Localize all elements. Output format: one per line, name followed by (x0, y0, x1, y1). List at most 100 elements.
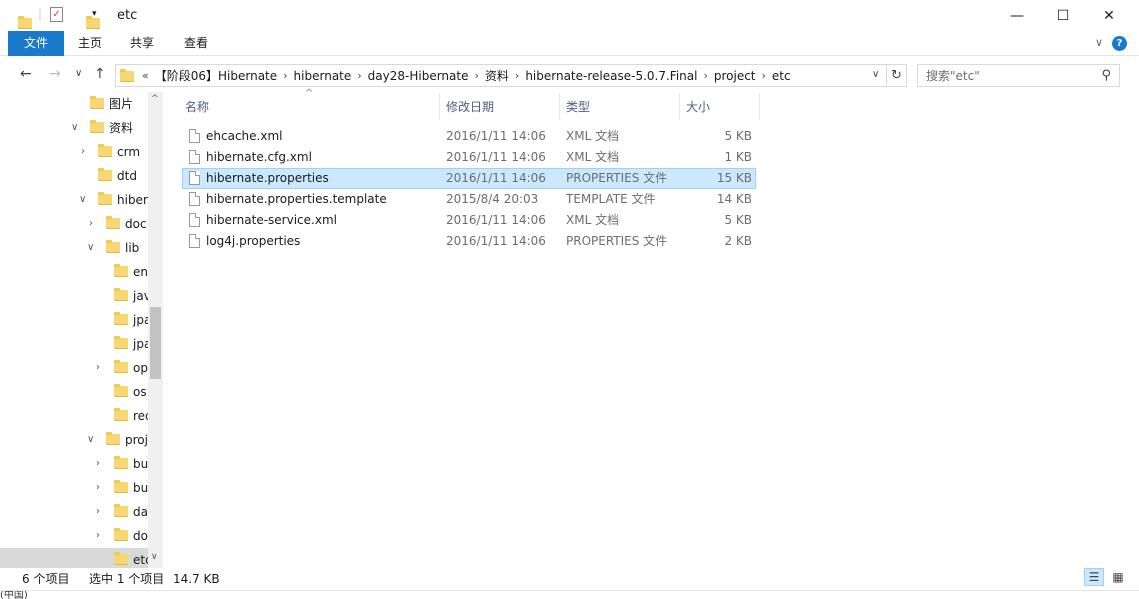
file-row[interactable]: hibernate.properties.template 2015/8/4 2… (182, 189, 756, 210)
new-folder-icon[interactable] (86, 16, 100, 29)
large-icons-view-icon[interactable]: ▦ (1108, 568, 1128, 586)
file-row[interactable]: hibernate-service.xml 2016/1/11 14:06 XM… (182, 210, 756, 231)
folder-icon (114, 288, 128, 301)
chevron-right-icon[interactable]: › (96, 500, 100, 524)
file-list[interactable]: ^ 名称 修改日期 类型 大小 ehcache.xml 2016/1/11 14… (175, 88, 1139, 568)
breadcrumb-separator[interactable]: › (762, 69, 766, 82)
breadcrumb-stage06[interactable]: 【阶段06】Hibernate (155, 67, 277, 84)
folder-icon (114, 552, 128, 565)
window-title: etc (117, 8, 138, 23)
selection-size: 14.7 KB (173, 572, 220, 586)
search-placeholder: 搜索"etc" (926, 69, 980, 83)
breadcrumb-separator[interactable]: › (474, 69, 478, 82)
tree-item[interactable]: jpa (0, 332, 151, 356)
expand-ribbon-icon[interactable]: ∨ (1095, 36, 1103, 49)
search-input[interactable]: 搜索"etc" ⚲ (917, 64, 1120, 87)
tab-share[interactable]: 共享 (118, 31, 166, 56)
minimize-button[interactable]: — (994, 0, 1040, 31)
file-row[interactable]: hibernate.cfg.xml 2016/1/11 14:06 XML 文档… (182, 147, 756, 168)
tree-item[interactable]: rec (0, 404, 152, 428)
properties-icon[interactable]: ✓ (50, 7, 63, 22)
column-header-name[interactable]: 名称 (179, 94, 440, 120)
tree-item[interactable]: jpa (0, 308, 151, 332)
breadcrumb-release[interactable]: hibernate-release-5.0.7.Final (525, 69, 697, 83)
tab-view[interactable]: 查看 (171, 31, 221, 56)
breadcrumb-hibernate[interactable]: hibernate (294, 69, 352, 83)
breadcrumb-ziliao[interactable]: 资料 (485, 67, 509, 84)
folder-icon (120, 69, 134, 82)
column-header-size[interactable]: 大小 (680, 94, 760, 120)
tree-item[interactable]: › doc (0, 212, 148, 236)
chevron-down-icon[interactable]: ∨ (79, 188, 86, 212)
chevron-right-icon[interactable]: › (96, 524, 100, 548)
breadcrumb-etc[interactable]: etc (772, 69, 791, 83)
search-icon[interactable]: ⚲ (1101, 68, 1111, 83)
navigation-pane[interactable]: 图片 ∨ 资料 › crm dtd ∨ hiber › doc ∨ lib en… (0, 92, 163, 568)
recent-locations-button[interactable]: ∨ (75, 68, 82, 79)
breadcrumb-separator[interactable]: › (357, 69, 361, 82)
tree-item[interactable]: en (0, 260, 148, 284)
scroll-up-icon[interactable]: ^ (151, 94, 159, 104)
breadcrumb-separator[interactable]: › (703, 69, 707, 82)
breadcrumb-separator[interactable]: › (515, 69, 519, 82)
folder-icon (106, 240, 120, 253)
chevron-right-icon[interactable]: › (96, 452, 100, 476)
folder-icon (114, 504, 128, 517)
forward-button[interactable]: → (49, 66, 61, 82)
bottom-strip: (中国) (0, 590, 1139, 599)
breadcrumb-separator[interactable]: › (283, 69, 287, 82)
selection-count: 选中 1 个项目 (89, 572, 165, 586)
tree-item[interactable]: › bu (0, 476, 148, 500)
tree-item[interactable]: ∨ proj (0, 428, 148, 452)
chevron-right-icon[interactable]: › (96, 476, 100, 500)
address-dropdown-icon[interactable]: ∨ (872, 69, 879, 80)
tree-item[interactable]: 图片 (0, 92, 148, 116)
file-row[interactable]: log4j.properties 2016/1/11 14:06 PROPERT… (182, 231, 756, 252)
tab-home[interactable]: 主页 (66, 31, 114, 56)
refresh-button[interactable]: ↻ (887, 64, 907, 87)
close-button[interactable]: ✕ (1086, 0, 1132, 31)
tree-item[interactable]: › da (0, 500, 148, 524)
address-bar[interactable]: « 【阶段06】Hibernate › hibernate › day28-Hi… (115, 64, 887, 87)
tree-item[interactable]: ∨ lib (0, 236, 148, 260)
scroll-down-icon[interactable]: ∨ (151, 552, 158, 562)
folder-icon (18, 16, 32, 29)
tree-item[interactable]: ∨ hiber (0, 188, 148, 212)
quick-access-dropdown-icon[interactable]: ▾ (92, 9, 97, 19)
maximize-button[interactable]: ☐ (1040, 0, 1086, 31)
overflow-chevron[interactable]: « (142, 69, 149, 82)
up-button[interactable]: ↑ (94, 66, 106, 82)
tree-item[interactable]: › crm (0, 140, 148, 164)
column-header-type[interactable]: 类型 (560, 94, 680, 120)
column-header-date[interactable]: 修改日期 (440, 94, 560, 120)
file-icon (189, 171, 200, 185)
chevron-down-icon[interactable]: ∨ (87, 428, 94, 452)
tree-item[interactable]: ∨ 资料 (0, 116, 148, 140)
tree-item[interactable]: jav (0, 284, 151, 308)
tree-item[interactable]: › op (0, 356, 148, 380)
navigation-scrollbar[interactable]: ^ ∨ (148, 92, 163, 568)
breadcrumb-day28[interactable]: day28-Hibernate (368, 69, 469, 83)
tree-item[interactable]: › bu (0, 452, 148, 476)
tree-item[interactable]: › do (0, 524, 148, 548)
separator: | (38, 6, 43, 20)
back-button[interactable]: ← (20, 66, 32, 82)
tree-item[interactable]: dtd (0, 164, 148, 188)
chevron-right-icon[interactable]: › (96, 356, 100, 380)
scrollbar-thumb[interactable] (150, 307, 161, 379)
chevron-down-icon[interactable]: ∨ (71, 116, 78, 140)
folder-icon (114, 264, 128, 277)
file-row[interactable]: ehcache.xml 2016/1/11 14:06 XML 文档 5 KB (182, 126, 756, 147)
chevron-down-icon[interactable]: ∨ (87, 236, 94, 260)
tree-item[interactable]: os (0, 380, 148, 404)
chevron-right-icon[interactable]: › (89, 212, 93, 236)
tree-item-etc[interactable]: etc (0, 548, 152, 568)
details-view-icon[interactable]: ☰ (1084, 568, 1104, 586)
help-icon[interactable]: ? (1112, 36, 1127, 51)
breadcrumb-project[interactable]: project (714, 69, 756, 83)
folder-icon (98, 168, 112, 181)
tab-file[interactable]: 文件 (8, 31, 64, 56)
folder-icon (90, 96, 104, 109)
file-row-selected[interactable]: hibernate.properties 2016/1/11 14:06 PRO… (182, 168, 756, 189)
chevron-right-icon[interactable]: › (81, 140, 85, 164)
